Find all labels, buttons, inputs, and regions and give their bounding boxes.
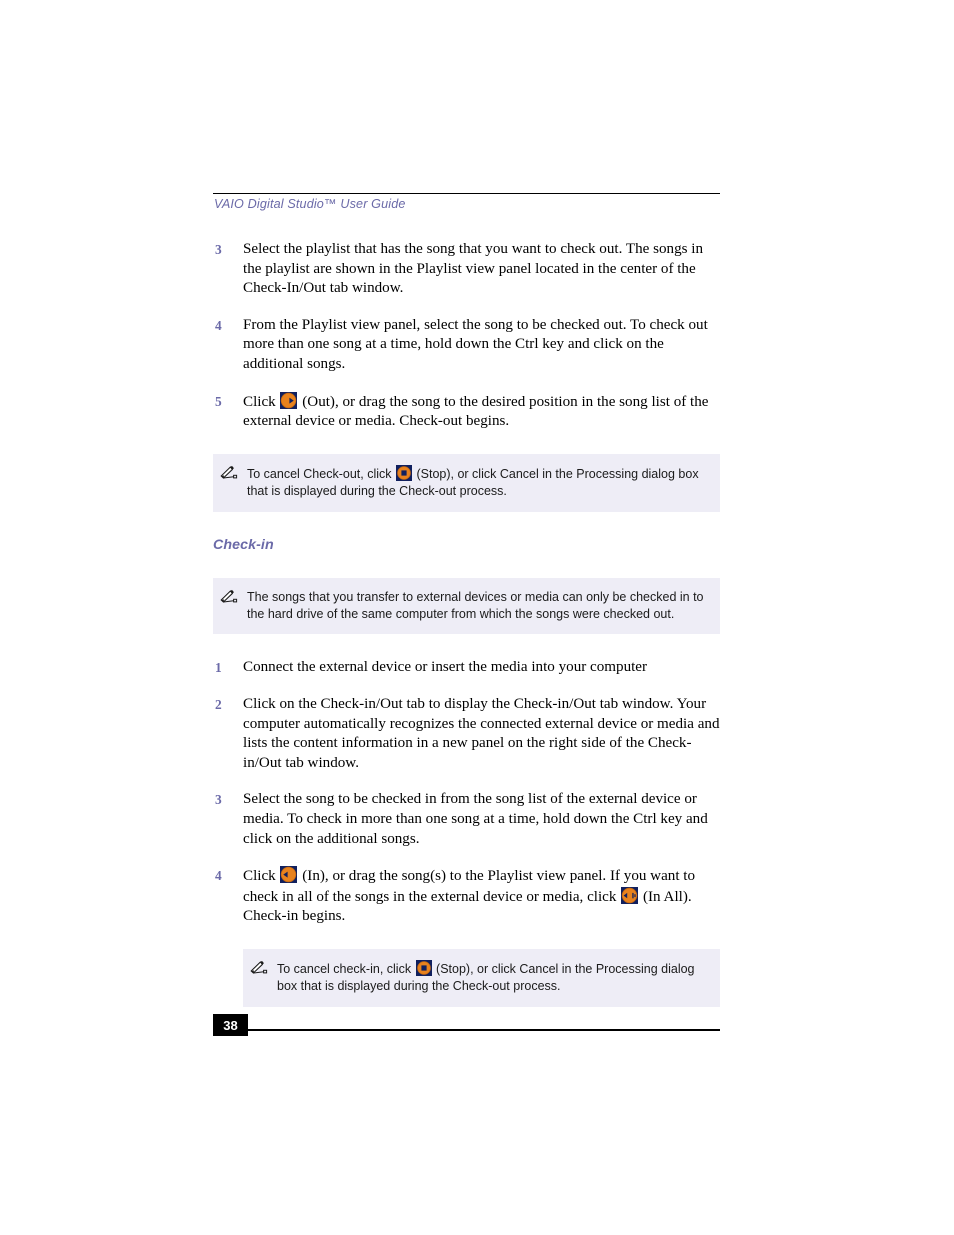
in-arrow-icon[interactable]: [280, 866, 298, 884]
list-item: 3 Select the playlist that has the song …: [213, 240, 720, 299]
note-text: To cancel check-in, click (Stop), or cli…: [277, 959, 695, 993]
step-text-before: Click: [243, 393, 276, 410]
step-text: Click (In), or drag the song(s) to the P…: [243, 866, 720, 927]
step-text: Connect the external device or insert th…: [243, 659, 648, 676]
note-box-checkin-info: The songs that you transfer to external …: [213, 577, 720, 635]
list-item: 4 From the Playlist view panel, select t…: [213, 316, 720, 375]
step-text-before: Click: [243, 868, 276, 885]
header-rule: [213, 193, 720, 195]
step-number: 3: [215, 792, 222, 808]
step-number: 2: [215, 696, 222, 712]
step-number: 4: [215, 868, 222, 884]
in-all-arrow-icon[interactable]: [621, 886, 639, 904]
step-text-after: (Out), or drag the song to the desired p…: [243, 393, 709, 430]
note-text: The songs that you transfer to external …: [247, 589, 704, 621]
list-item: 5 Click (Out), or drag the song to the d…: [213, 391, 720, 432]
step-number: 4: [215, 317, 222, 333]
note-text: To cancel Check-out, click (Stop), or cl…: [247, 464, 699, 498]
step-number: 5: [215, 393, 222, 409]
page-number-badge: 38: [213, 1014, 248, 1036]
footer-rule: [213, 1029, 720, 1031]
section-heading-checkin: Check-in: [213, 536, 274, 553]
step-text: Click on the Check-in/Out tab to display…: [243, 695, 720, 771]
list-item: 2 Click on the Check-in/Out tab to displ…: [213, 695, 720, 773]
step-text: Select the song to be checked in from th…: [243, 791, 708, 847]
step-number: 1: [215, 660, 222, 676]
list-item: 1 Connect the external device or insert …: [213, 658, 720, 678]
stop-icon[interactable]: [396, 464, 412, 481]
document-page: VAIO Digital Studio™ User Guide 3 Select…: [0, 0, 954, 1235]
note-text-before: To cancel Check-out, click: [247, 466, 392, 481]
page-content: 3 Select the playlist that has the song …: [213, 240, 720, 1007]
pencil-note-icon: [220, 465, 240, 480]
list-item: 4 Click (In), or drag the song(s) to the…: [213, 866, 720, 927]
pencil-note-icon: [220, 589, 240, 604]
page-header-title: VAIO Digital Studio™ User Guide: [214, 197, 406, 211]
list-item: 3 Select the song to be checked in from …: [213, 790, 720, 849]
step-text: Click (Out), or drag the song to the des…: [243, 391, 720, 432]
step-number: 3: [215, 242, 222, 257]
note-box-checkin: To cancel check-in, click (Stop), or cli…: [243, 948, 720, 1007]
step-text: Select the playlist that has the song th…: [243, 241, 703, 297]
note-text-before: To cancel check-in, click: [277, 961, 412, 976]
out-arrow-icon[interactable]: [280, 391, 298, 409]
step-text: From the Playlist view panel, select the…: [243, 316, 708, 372]
note-box-checkout: To cancel Check-out, click (Stop), or cl…: [213, 453, 720, 512]
stop-icon[interactable]: [415, 959, 432, 976]
pencil-note-icon: [250, 960, 270, 975]
